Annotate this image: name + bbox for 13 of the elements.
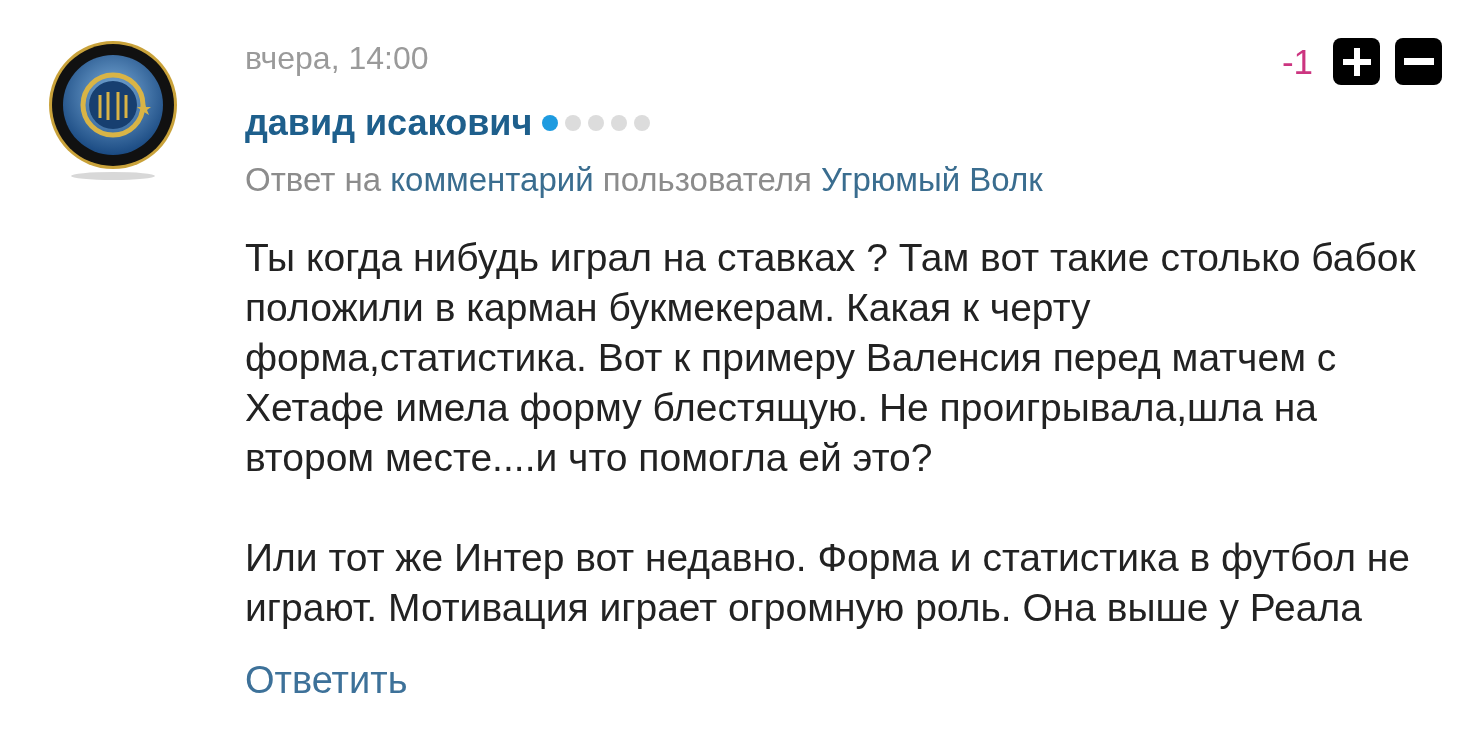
minus-icon (1403, 58, 1434, 65)
comment-paragraph: Или тот же Интер вот недавно. Форма и статистика в футбол не играют. Мотивация играет огромную роль. Она выше у Реала (245, 535, 1411, 631)
context-link[interactable]: комментарий (390, 161, 594, 198)
reply-context-text: Ответ на комментарий пользователя Угрюмый Волк (245, 160, 1044, 200)
comment-timestamp: вчера, 14:00 (245, 39, 429, 78)
plus-icon (1342, 47, 1371, 76)
comment-score: -1 (1281, 41, 1313, 82)
comment-paragraph: Ты когда нибудь играл на ставках ? Там вот такие столько бабок положили в карман букмекерам. Какая к черту форма,статистика. Вот к примеру Валенсия перед матчем с Хетафе имела форму блестящую. Не проигрывала,шла на втором месте....и что помогла ей это? (245, 235, 1417, 481)
context-link[interactable]: Угрюмый Волк (821, 161, 1043, 198)
downvote-button[interactable] (1395, 38, 1442, 85)
upvote-button[interactable] (1333, 38, 1380, 85)
author-name-link[interactable]: давид исакович (245, 101, 533, 145)
reply-link[interactable]: Ответить (245, 658, 408, 702)
